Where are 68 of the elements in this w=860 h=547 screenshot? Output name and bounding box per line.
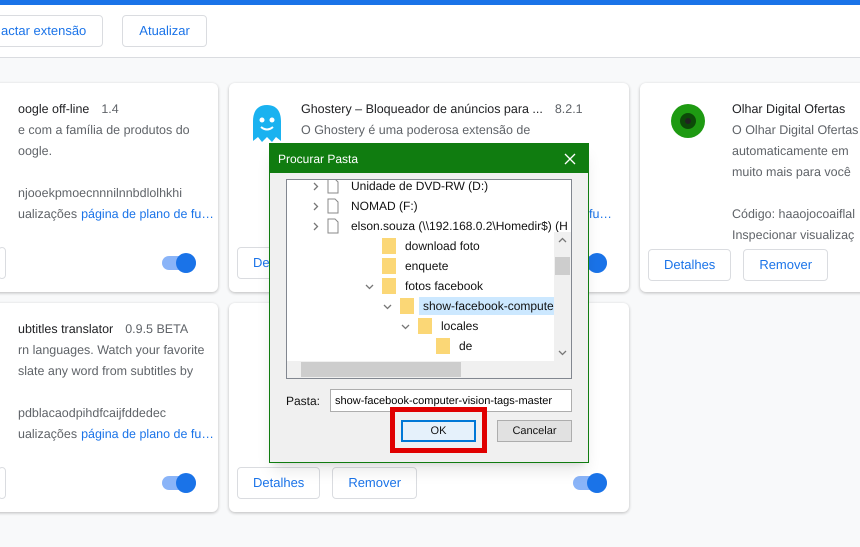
remove-button[interactable]: Remover <box>743 248 828 280</box>
tree-item[interactable]: download foto <box>401 237 484 255</box>
toggle-switch[interactable] <box>573 476 607 490</box>
version-text: 0.9.5 BETA <box>125 321 188 338</box>
close-icon[interactable] <box>564 152 576 164</box>
dialog-title: Procurar Pasta <box>278 150 358 168</box>
extension-title: oogle off-line <box>18 101 90 118</box>
chevron-down-icon[interactable] <box>382 302 392 310</box>
chevron-down-icon[interactable] <box>400 322 410 330</box>
description-text: automaticamente em <box>732 143 850 160</box>
background-page-link[interactable]: fu… <box>589 204 612 225</box>
remove-button[interactable]: Remover <box>332 466 418 498</box>
extension-title: Olhar Digital Ofertas <box>732 101 846 118</box>
details-button[interactable]: Detalhes <box>237 466 320 498</box>
scrollbar-thumb[interactable] <box>301 362 461 377</box>
tree-item[interactable]: locales <box>437 317 482 335</box>
description-text: oogle. <box>18 143 54 160</box>
tree-item[interactable]: enquete <box>401 257 452 275</box>
description-text: slate any word from subtitles by <box>18 363 194 380</box>
folder-icon <box>399 297 415 315</box>
extension-title: ubtitles translator <box>18 321 114 338</box>
inspect-text: ualizações <box>18 206 78 223</box>
background-page-link[interactable]: página de plano de fu… <box>81 424 214 445</box>
background-page-link[interactable]: página de plano de fu… <box>81 204 214 225</box>
tree-item[interactable]: NOMAD (F:) <box>347 197 422 215</box>
update-button[interactable]: Atualizar <box>122 15 207 47</box>
pack-extension-button[interactable]: actar extensão <box>0 15 104 47</box>
folder-icon <box>381 257 397 275</box>
ok-button[interactable]: OK <box>401 420 476 442</box>
chevron-down-icon[interactable] <box>364 282 374 290</box>
tree-item[interactable]: Unidade de DVD-RW (D:) <box>347 180 492 195</box>
version-text: 1.4 <box>101 101 119 118</box>
cancel-button[interactable]: Cancelar <box>497 420 572 442</box>
folder-label: Pasta: <box>286 392 320 410</box>
inspect-text: Inspecionar visualizaç <box>732 227 854 244</box>
folder-icon <box>381 237 397 255</box>
horizontal-scrollbar[interactable] <box>287 361 571 378</box>
folder-icon <box>435 337 451 355</box>
folder-icon <box>381 277 397 295</box>
extension-title: Ghostery – Bloqueador de anúncios para ... <box>301 101 543 118</box>
id-text: njooekpmoecnnnilnnbdlolhkhi <box>18 185 184 202</box>
version-text: 8.2.1 <box>554 101 583 118</box>
vertical-scrollbar[interactable] <box>554 232 571 361</box>
tree-item[interactable]: elson.souza (\\192.168.0.2\Homedir$) (H <box>347 217 571 235</box>
id-text: Código: haaojocoaiflal <box>732 206 856 223</box>
scroll-up-icon[interactable] <box>558 236 567 245</box>
description-text: O Ghostery é uma poderosa extensão de <box>301 122 532 139</box>
id-text: pdblacaodpihdfcaijfddedec <box>18 405 168 422</box>
toggle-switch[interactable] <box>162 256 196 270</box>
folder-name-field[interactable]: show-facebook-computer-vision-tags-master <box>330 389 572 412</box>
drive-icon <box>327 218 339 234</box>
folder-icon <box>417 317 433 335</box>
description-text: rn languages. Watch your favorite <box>18 342 206 359</box>
scrollbar-thumb[interactable] <box>555 257 570 275</box>
description-text: O Olhar Digital Ofertas <box>732 122 858 139</box>
toggle-switch[interactable] <box>162 476 196 490</box>
tree-item[interactable]: de <box>455 337 476 355</box>
drive-icon <box>327 198 339 214</box>
description-text: muito mais para você <box>732 164 852 181</box>
chevron-right-icon[interactable] <box>310 182 320 190</box>
chevron-right-icon[interactable] <box>310 222 320 230</box>
description-text: e com a família de produtos do <box>18 122 191 139</box>
orb-icon <box>670 103 706 139</box>
chevron-right-icon[interactable] <box>310 202 320 210</box>
scroll-down-icon[interactable] <box>558 348 567 357</box>
tree-item[interactable]: fotos facebook <box>401 277 488 295</box>
details-button[interactable]: Detalhes <box>648 248 732 280</box>
inspect-text: ualizações <box>18 426 78 443</box>
